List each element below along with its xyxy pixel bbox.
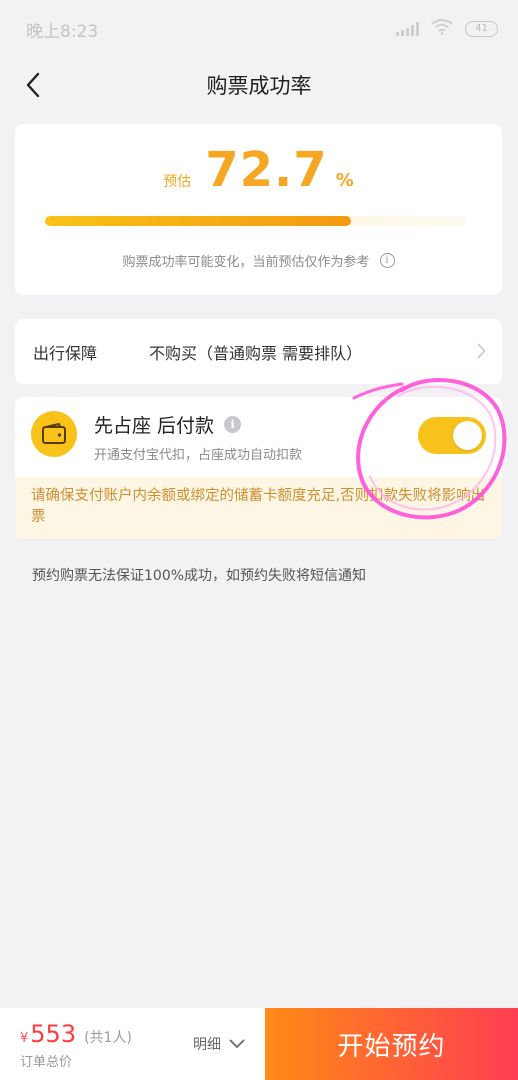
prepay-info-icon[interactable]: i [224,416,242,433]
prepay-subtitle: 开通支付宝代扣，占座成功自动扣款 [94,448,303,463]
rate-note-text: 购票成功率可能变化，当前预估仅作为参考 [122,255,370,270]
prepay-title-row: 先占座 后付款 i [94,411,242,438]
info-icon[interactable]: i [379,253,395,268]
rate-progress-bar [45,216,466,226]
rate-prefix: 预估 [163,174,192,190]
guarantee-value: 不购买（普通购票 需要排队） [149,343,363,363]
detail-label: 明细 [193,1037,221,1053]
travel-guarantee-row[interactable]: 出行保障 不购买（普通购票 需要排队） [15,319,502,384]
guarantee-label: 出行保障 [33,343,98,363]
prepay-warning: 请确保支付账户内余额或绑定的储蓄卡额度充足,否则扣款失败将影响出票 [15,477,502,539]
footer-bar: ¥ 553 (共1人) 订单总价 明细 开始预约 [0,1008,518,1080]
toggle-knob [453,421,482,450]
detail-button[interactable]: 明细 [193,1034,245,1054]
currency-symbol: ¥ [20,1031,29,1046]
rate-row: 预估 72.7 % [15,146,502,194]
wifi-icon [431,19,453,39]
wallet-icon [31,411,77,457]
page-title: 购票成功率 [206,74,312,98]
chevron-right-icon [477,343,486,359]
nav-bar: 购票成功率 [0,58,518,112]
total-price: 553 [30,1020,77,1048]
status-bar: 晚上8:23 41 [0,0,518,58]
chevron-down-icon [229,1039,245,1048]
prepay-toggle[interactable] [418,417,486,454]
prepay-title: 先占座 后付款 [94,415,215,437]
price-row: ¥ 553 (共1人) [20,1020,132,1048]
start-booking-button[interactable]: 开始预约 [265,1008,518,1080]
prepay-card: 先占座 后付款 i 开通支付宝代扣，占座成功自动扣款 请确保支付账户内余额或绑定… [15,397,502,539]
status-icons: 41 [396,19,498,39]
rate-note: 购票成功率可能变化，当前预估仅作为参考 i [15,251,502,270]
battery-icon: 41 [465,21,498,37]
rate-value: 72.7 [205,142,328,198]
rate-progress-fill [45,216,352,226]
rate-unit: % [335,170,354,191]
signal-icon [396,22,419,36]
success-rate-card: 预估 72.7 % 购票成功率可能变化，当前预估仅作为参考 i [15,124,502,295]
booking-notice: 预约购票无法保证100%成功，如预约失败将短信通知 [32,568,367,584]
passenger-count: (共1人) [84,1030,132,1046]
status-time: 晚上8:23 [26,21,99,42]
total-label: 订单总价 [20,1055,73,1070]
